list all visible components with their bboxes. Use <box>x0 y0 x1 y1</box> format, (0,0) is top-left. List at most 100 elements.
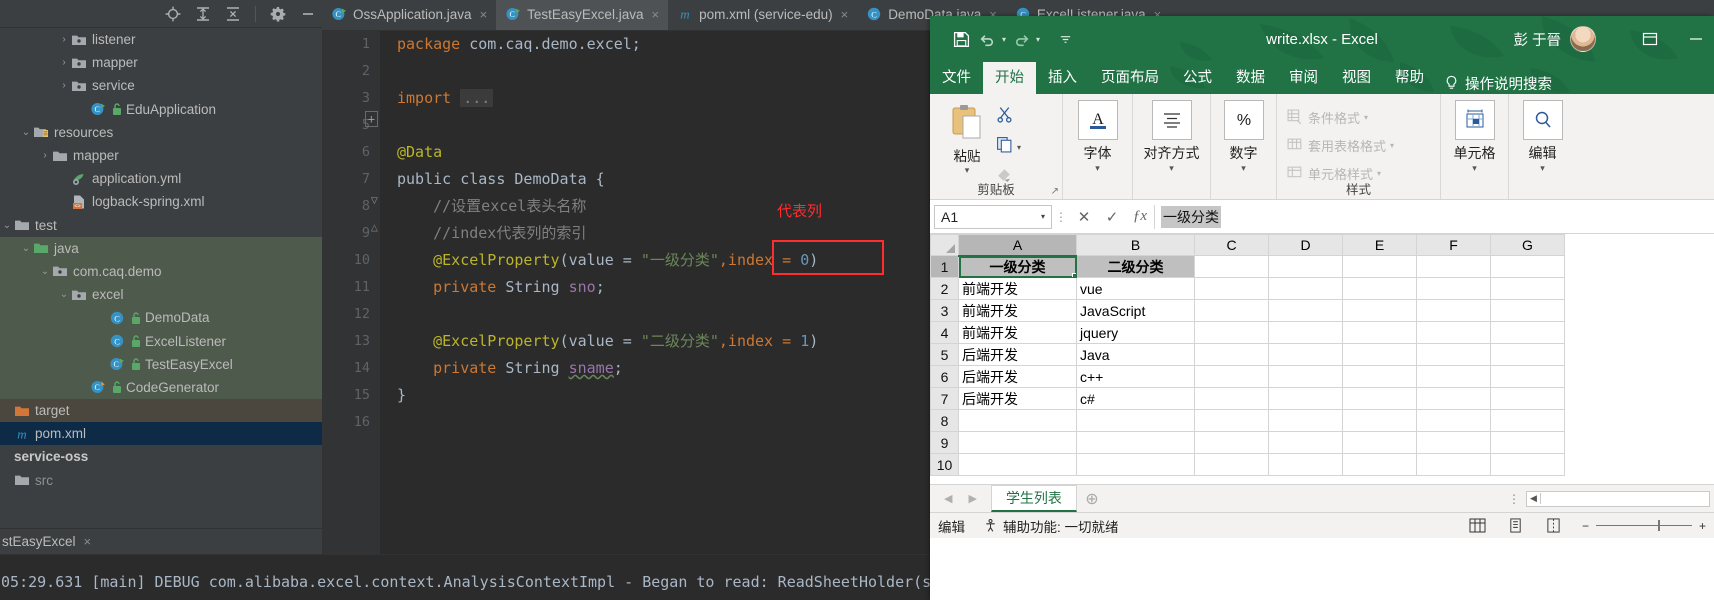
cell-A9[interactable] <box>958 431 1077 454</box>
cell-G1[interactable] <box>1490 255 1565 278</box>
column-header-C[interactable]: C <box>1194 234 1269 256</box>
ribbon-tab-视图[interactable]: 视图 <box>1330 62 1383 94</box>
tree-item-application-yml[interactable]: application.yml <box>0 167 322 190</box>
user-account[interactable]: 彭 于晉 <box>1513 16 1596 62</box>
cell-G7[interactable] <box>1490 387 1565 410</box>
ribbon-group-alignment[interactable]: 对齐方式 ▾ <box>1132 94 1210 199</box>
column-header-A[interactable]: A <box>958 234 1077 257</box>
chevron-down-icon[interactable]: ⌄ <box>57 289 71 300</box>
cell-D1[interactable] <box>1268 255 1343 278</box>
cell-A2[interactable]: 前端开发 <box>958 277 1077 300</box>
cell-G2[interactable] <box>1490 277 1565 300</box>
cell-E10[interactable] <box>1342 453 1417 476</box>
row-header-5[interactable]: 5 <box>930 343 959 366</box>
cell-B3[interactable]: JavaScript <box>1076 299 1195 322</box>
horizontal-scrollbar[interactable]: ◀ <box>1526 490 1710 507</box>
tree-item-resources[interactable]: ⌄ resources <box>0 121 322 144</box>
cell-E1[interactable] <box>1342 255 1417 278</box>
formula-input[interactable]: 一级分类 <box>1154 204 1710 229</box>
chevron-down-icon[interactable]: ⌄ <box>38 266 52 277</box>
cell-B5[interactable]: Java <box>1076 343 1195 366</box>
cell-B1[interactable]: 二级分类 <box>1076 255 1195 278</box>
column-header-E[interactable]: E <box>1342 234 1417 256</box>
cell-A8[interactable] <box>958 409 1077 432</box>
cell-G4[interactable] <box>1490 321 1565 344</box>
tree-item-src[interactable]: src <box>0 469 322 492</box>
tree-item-logback-spring-xml[interactable]: <> logback-spring.xml <box>0 190 322 213</box>
row-header-7[interactable]: 7 <box>930 387 959 410</box>
zoom-out-icon[interactable]: − <box>1582 519 1589 533</box>
column-header-D[interactable]: D <box>1268 234 1343 256</box>
ribbon-display-options-icon[interactable] <box>1640 29 1660 49</box>
row-header-9[interactable]: 9 <box>930 431 959 454</box>
editor-tab-pom-xml-service-edu-[interactable]: m pom.xml (service-edu) × <box>668 0 857 30</box>
cell-G5[interactable] <box>1490 343 1565 366</box>
format-as-table-button[interactable]: 套用表格格式 ▾ <box>1287 136 1394 155</box>
chevron-right-icon[interactable]: › <box>57 34 71 45</box>
spreadsheet-grid[interactable]: ABCDEFG 1 一级分类 二级分类 2 前端开发 vue 3 前端开发 JavaScript… <box>930 234 1714 484</box>
cell-B8[interactable] <box>1076 409 1195 432</box>
font-chevron-down-icon[interactable]: ▾ <box>1095 163 1100 173</box>
row-header-2[interactable]: 2 <box>930 277 959 300</box>
cell-B10[interactable] <box>1076 453 1195 476</box>
cell-C2[interactable] <box>1194 277 1269 300</box>
chevron-down-icon[interactable]: ▾ <box>1377 169 1381 178</box>
cell-C7[interactable] <box>1194 387 1269 410</box>
cell-C1[interactable] <box>1194 255 1269 278</box>
tree-item-pom-xml[interactable]: m pom.xml <box>0 422 322 446</box>
cell-D7[interactable] <box>1268 387 1343 410</box>
chevron-down-icon[interactable]: ⌄ <box>19 127 33 138</box>
page-break-preview-icon[interactable] <box>1544 517 1564 535</box>
cell-B6[interactable]: c++ <box>1076 365 1195 388</box>
close-icon[interactable]: × <box>480 7 488 22</box>
cell-A3[interactable]: 前端开发 <box>958 299 1077 322</box>
cell-G6[interactable] <box>1490 365 1565 388</box>
ribbon-group-number[interactable]: % 数字 ▾ <box>1210 94 1276 199</box>
tree-item-mapper[interactable]: › mapper <box>0 144 322 167</box>
copy-chevron-down-icon[interactable]: ▾ <box>1017 143 1021 152</box>
cell-F8[interactable] <box>1416 409 1491 432</box>
cell-D10[interactable] <box>1268 453 1343 476</box>
cell-F4[interactable] <box>1416 321 1491 344</box>
formula-bar-grip[interactable]: ⋮ <box>1052 210 1070 224</box>
editor-tab-testeasyexcel-java[interactable]: C TestEasyExcel.java × <box>496 0 669 30</box>
cell-F5[interactable] <box>1416 343 1491 366</box>
paste-button[interactable]: 粘贴 ▾ <box>938 98 996 175</box>
chevron-down-icon[interactable]: ▾ <box>1364 113 1368 122</box>
editor-tab-ossapplication-java[interactable]: C OssApplication.java × <box>322 0 496 30</box>
name-box[interactable]: A1 ▾ <box>934 204 1052 229</box>
sheet-tab-active[interactable]: 学生列表 <box>990 485 1077 512</box>
name-box-chevron-down-icon[interactable]: ▾ <box>1041 212 1045 221</box>
collapse-all-icon[interactable] <box>225 6 241 22</box>
copy-icon[interactable] <box>996 136 1013 158</box>
locate-icon[interactable] <box>165 6 181 22</box>
cell-C5[interactable] <box>1194 343 1269 366</box>
cell-G3[interactable] <box>1490 299 1565 322</box>
tree-item-test[interactable]: ⌄ test <box>0 214 322 237</box>
ribbon-tab-页面布局[interactable]: 页面布局 <box>1089 62 1171 94</box>
alignment-chevron-down-icon[interactable]: ▾ <box>1169 163 1174 173</box>
cell-C9[interactable] <box>1194 431 1269 454</box>
project-tree[interactable]: › listener › mapper › service C EduApplication ⌄… <box>0 28 322 528</box>
ribbon-group-cells[interactable]: 单元格 ▾ <box>1440 94 1508 199</box>
clipboard-dialog-launcher-icon[interactable]: ↗ <box>1051 186 1059 197</box>
cell-F1[interactable] <box>1416 255 1491 278</box>
row-header-3[interactable]: 3 <box>930 299 959 322</box>
cell-D3[interactable] <box>1268 299 1343 322</box>
collapsed-imports[interactable]: ... <box>460 89 494 107</box>
ribbon-tab-文件[interactable]: 文件 <box>930 62 983 94</box>
ribbon-group-font[interactable]: A 字体 ▾ <box>1062 94 1132 199</box>
tree-item-service[interactable]: › service <box>0 74 322 97</box>
accessibility-status[interactable]: 辅助功能: 一切就绪 <box>983 516 1119 536</box>
cell-E3[interactable] <box>1342 299 1417 322</box>
cell-A1[interactable]: 一级分类 <box>958 255 1077 278</box>
cell-E2[interactable] <box>1342 277 1417 300</box>
tree-item-excel[interactable]: ⌄ excel <box>0 283 322 307</box>
cell-B4[interactable]: jquery <box>1076 321 1195 344</box>
chevron-down-icon[interactable]: ▾ <box>1390 141 1394 150</box>
tree-item-demodata[interactable]: C DemoData <box>0 306 322 330</box>
tree-item-mapper[interactable]: › mapper <box>0 51 322 74</box>
tree-item-target[interactable]: target <box>0 399 322 423</box>
paste-chevron-down-icon[interactable]: ▾ <box>965 165 970 175</box>
cell-C3[interactable] <box>1194 299 1269 322</box>
